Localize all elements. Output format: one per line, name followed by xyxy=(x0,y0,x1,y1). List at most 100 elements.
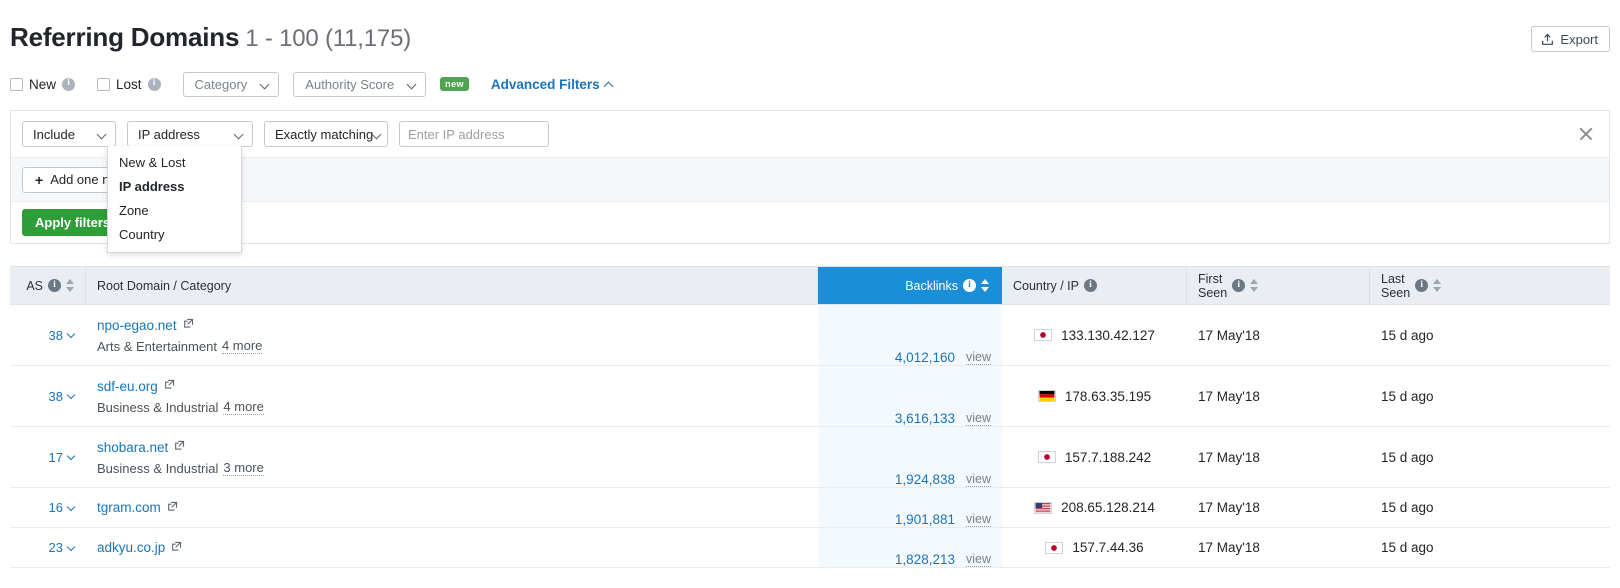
referring-domains-table: AS i Root Domain / Category Backlinks i … xyxy=(10,266,1610,568)
column-header-country-ip-label: Country / IP xyxy=(1013,278,1079,293)
last-seen-value: 15 d ago xyxy=(1381,449,1434,465)
row-domain-link[interactable]: shobara.net xyxy=(97,440,168,455)
lost-filter[interactable]: Lost i xyxy=(97,77,161,92)
cell-first-seen: 17 May'18 xyxy=(1187,528,1370,567)
authority-score-dropdown[interactable]: Authority Score xyxy=(293,71,427,97)
match-type-value: Exactly matching xyxy=(275,126,374,142)
dropdown-option-ip-address[interactable]: IP address xyxy=(108,174,241,198)
first-seen-value: 17 May'18 xyxy=(1198,327,1260,343)
first-seen-value: 17 May'18 xyxy=(1198,449,1260,465)
sort-icon[interactable] xyxy=(1433,279,1442,292)
column-header-last-seen[interactable]: Last Seen i xyxy=(1370,267,1610,304)
view-backlinks-link[interactable]: view xyxy=(965,472,991,487)
filter-field-select[interactable]: IP address xyxy=(127,121,253,147)
cell-country-ip: 178.63.35.195 xyxy=(1002,366,1187,426)
filter-toolbar: New i Lost i Category Authority Score ne… xyxy=(10,71,614,97)
info-icon[interactable]: i xyxy=(62,77,76,91)
external-link-icon[interactable] xyxy=(171,539,182,557)
info-icon[interactable]: i xyxy=(963,279,976,292)
cell-country-ip: 133.130.42.127 xyxy=(1002,305,1187,365)
backlinks-value[interactable]: 4,012,160 xyxy=(895,350,955,365)
export-button[interactable]: Export xyxy=(1531,26,1610,52)
sort-icon[interactable] xyxy=(981,279,990,292)
cell-authority-score: 38 xyxy=(10,366,86,426)
table-row: 16 tgram.com 1,901,881 view 208.65.128.214 17… xyxy=(10,488,1610,528)
chevron-down-icon xyxy=(68,453,76,461)
column-header-root-domain: Root Domain / Category xyxy=(86,267,818,304)
filter-field-dropdown-menu: New & Lost IP address Zone Country xyxy=(107,146,242,253)
close-icon[interactable] xyxy=(1577,125,1595,143)
column-header-backlinks[interactable]: Backlinks i xyxy=(818,267,1002,304)
dropdown-option-zone[interactable]: Zone xyxy=(108,198,241,222)
last-seen-value: 15 d ago xyxy=(1381,388,1434,404)
lost-checkbox[interactable] xyxy=(97,77,111,91)
row-category-label: Arts & Entertainment xyxy=(97,338,217,354)
column-header-first-seen[interactable]: First Seen i xyxy=(1187,267,1370,304)
dropdown-option-country[interactable]: Country xyxy=(108,222,241,246)
cell-country-ip: 157.7.188.242 xyxy=(1002,427,1187,487)
advanced-filters-toggle[interactable]: Advanced Filters xyxy=(491,77,614,92)
chevron-down-icon xyxy=(373,130,379,139)
cell-backlinks: 1,901,881 view xyxy=(818,488,1002,527)
new-checkbox[interactable] xyxy=(10,77,23,91)
cell-root-domain: shobara.net Business & Industrial 3 more xyxy=(86,427,818,487)
info-icon[interactable]: i xyxy=(1232,279,1246,292)
column-header-as[interactable]: AS i xyxy=(10,267,86,304)
authority-score-value[interactable]: 16 xyxy=(49,500,76,515)
view-backlinks-link[interactable]: view xyxy=(965,411,991,426)
row-domain-line: shobara.net xyxy=(97,438,807,456)
upload-icon xyxy=(1541,33,1554,46)
new-filter[interactable]: New i xyxy=(10,77,76,92)
authority-score-value[interactable]: 38 xyxy=(49,328,76,343)
backlinks-value[interactable]: 1,828,213 xyxy=(895,552,955,567)
row-category: Business & Industrial 3 more xyxy=(97,460,807,476)
authority-score-value[interactable]: 17 xyxy=(49,450,76,465)
filter-value-input[interactable] xyxy=(399,121,549,147)
row-category-more-link[interactable]: 4 more xyxy=(223,399,264,415)
cell-last-seen: 15 d ago xyxy=(1370,528,1610,567)
external-link-icon[interactable] xyxy=(164,377,175,395)
info-icon[interactable]: i xyxy=(147,77,161,91)
ip-address-value: 178.63.35.195 xyxy=(1064,388,1152,404)
backlinks-value[interactable]: 3,616,133 xyxy=(895,411,955,426)
backlinks-value[interactable]: 1,924,838 xyxy=(895,472,955,487)
view-backlinks-link[interactable]: view xyxy=(965,512,991,527)
chevron-down-icon xyxy=(68,392,76,400)
filter-field-value: IP address xyxy=(138,126,200,142)
cell-first-seen: 17 May'18 xyxy=(1187,305,1370,365)
match-type-select[interactable]: Exactly matching xyxy=(264,121,388,147)
first-seen-value: 17 May'18 xyxy=(1198,540,1260,555)
referring-domains-page: Referring Domains 1 - 100 (11,175) Export… xyxy=(0,0,1620,588)
column-header-country-ip: Country / IP i xyxy=(1002,267,1187,304)
external-link-icon[interactable] xyxy=(174,438,185,456)
table-row: 17 shobara.net Business & Industrial 3 more… xyxy=(10,427,1610,488)
sort-icon[interactable] xyxy=(1250,279,1259,292)
sort-icon[interactable] xyxy=(66,279,75,292)
external-link-icon[interactable] xyxy=(183,316,194,334)
apply-filters-row: Apply filters xyxy=(11,202,1609,243)
info-icon[interactable]: i xyxy=(48,279,61,292)
info-icon[interactable]: i xyxy=(1084,279,1097,292)
external-link-icon[interactable] xyxy=(167,499,178,517)
row-domain-line: npo-egao.net xyxy=(97,316,807,334)
row-category-more-link[interactable]: 3 more xyxy=(223,460,264,476)
row-domain-line: sdf-eu.org xyxy=(97,377,807,395)
country-flag-icon xyxy=(1034,329,1053,341)
row-domain-link[interactable]: adkyu.co.jp xyxy=(97,540,165,555)
last-seen-value: 15 d ago xyxy=(1381,327,1434,343)
view-backlinks-link[interactable]: view xyxy=(965,350,991,365)
row-category-more-link[interactable]: 4 more xyxy=(221,338,263,354)
info-icon[interactable]: i xyxy=(1415,279,1429,292)
view-backlinks-link[interactable]: view xyxy=(965,552,991,567)
dropdown-option-new-lost[interactable]: New & Lost xyxy=(108,150,241,174)
plus-icon: + xyxy=(35,171,44,188)
row-domain-link[interactable]: tgram.com xyxy=(97,500,161,515)
table-row: 38 sdf-eu.org Business & Industrial 4 more 3… xyxy=(10,366,1610,427)
row-domain-link[interactable]: sdf-eu.org xyxy=(97,379,158,394)
row-domain-link[interactable]: npo-egao.net xyxy=(97,318,177,333)
category-dropdown[interactable]: Category xyxy=(182,71,280,97)
authority-score-value[interactable]: 23 xyxy=(49,540,76,555)
include-exclude-select[interactable]: Include xyxy=(22,121,116,147)
authority-score-value[interactable]: 38 xyxy=(49,389,76,404)
backlinks-value[interactable]: 1,901,881 xyxy=(895,512,955,527)
